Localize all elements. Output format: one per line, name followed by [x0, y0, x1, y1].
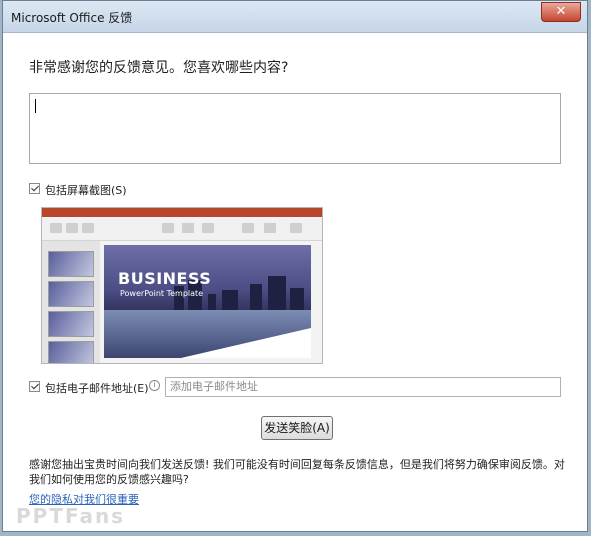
include-email-checkbox[interactable]	[29, 381, 40, 392]
text-caret	[35, 99, 36, 113]
slide-thumbnail	[48, 311, 94, 337]
ppt-ribbon	[42, 217, 322, 241]
feedback-note: 感谢您抽出宝贵时间向我们发送反馈! 我们可能没有时间回复每条反馈信息，但是我们将…	[29, 458, 565, 486]
email-input[interactable]: 添加电子邮件地址	[165, 377, 561, 397]
slide-subtitle: PowerPoint Template	[120, 289, 204, 298]
slide-thumbnail	[48, 251, 94, 277]
slide-thumbnail	[48, 281, 94, 307]
info-icon[interactable]: i	[149, 380, 160, 391]
slide-title: BUSINESS	[118, 269, 212, 288]
feedback-textarea[interactable]	[29, 93, 561, 164]
include-screenshot-label[interactable]: 包括屏幕截图(S)	[45, 182, 127, 198]
screenshot-preview: BUSINESS PowerPoint Template	[41, 207, 323, 364]
ppt-title-bar	[42, 208, 322, 217]
close-icon: ✕	[555, 4, 567, 19]
ppt-thumbnail-pane	[42, 241, 100, 363]
title-bar: Microsoft Office 反馈 ✕	[3, 1, 587, 33]
include-email-label[interactable]: 包括电子邮件地址(E)	[45, 380, 149, 396]
watermark: PPTFans	[16, 504, 126, 528]
window-title: Microsoft Office 反馈	[11, 11, 133, 25]
feedback-question: 非常感谢您的反馈意见。您喜欢哪些内容?	[29, 60, 289, 76]
ppt-slide-canvas: BUSINESS PowerPoint Template	[104, 245, 311, 358]
send-smile-button[interactable]: 发送笑脸(A)	[261, 416, 333, 440]
close-button[interactable]: ✕	[541, 2, 581, 22]
include-screenshot-checkbox[interactable]	[29, 183, 40, 194]
feedback-dialog: Microsoft Office 反馈 ✕ 非常感谢您的反馈意见。您喜欢哪些内容…	[2, 0, 588, 532]
slide-thumbnail	[48, 341, 94, 363]
